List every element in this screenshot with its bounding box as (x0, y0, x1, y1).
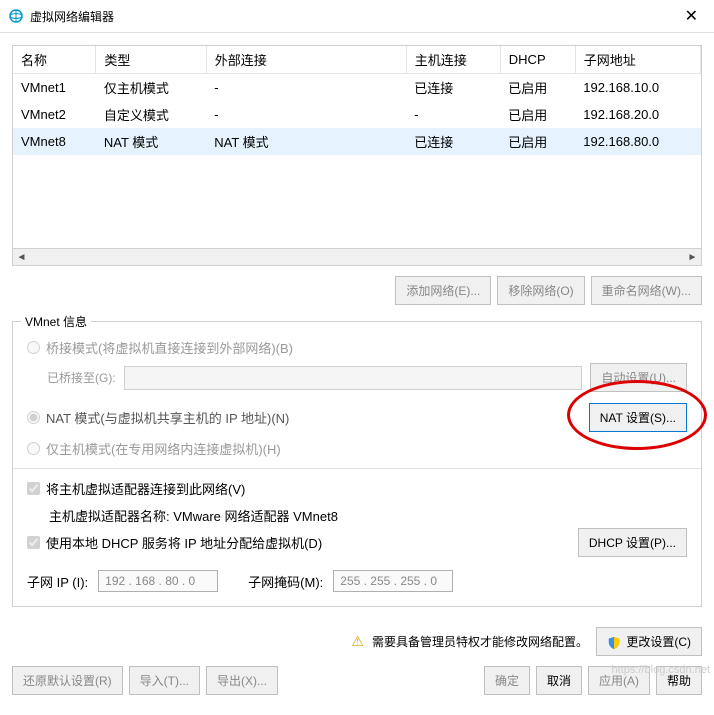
title-bar: 虚拟网络编辑器 ✕ (0, 0, 714, 33)
scroll-left-icon[interactable]: ◄ (13, 249, 30, 266)
col-dhcp[interactable]: DHCP (500, 46, 575, 74)
ok-button[interactable]: 确定 (484, 666, 530, 695)
rename-network-button[interactable]: 重命名网络(W)... (591, 276, 702, 305)
col-subnet[interactable]: 子网地址 (575, 46, 700, 74)
table-row[interactable]: VMnet1仅主机模式-已连接已启用192.168.10.0 (13, 74, 701, 102)
add-network-button[interactable]: 添加网络(E)... (395, 276, 491, 305)
hostonly-mode-radio[interactable]: 仅主机模式(在专用网络内连接虚拟机)(H) (27, 439, 687, 458)
close-button[interactable]: ✕ (677, 4, 706, 28)
app-icon (8, 8, 24, 24)
table-header-row: 名称 类型 外部连接 主机连接 DHCP 子网地址 (13, 46, 701, 74)
bridge-to-label: 已桥接至(G): (47, 369, 116, 386)
admin-warning-text: 需要具备管理员特权才能修改网络配置。 (372, 633, 588, 650)
col-ext[interactable]: 外部连接 (206, 46, 406, 74)
col-host[interactable]: 主机连接 (406, 46, 500, 74)
window-title: 虚拟网络编辑器 (30, 8, 114, 25)
watermark: https://blog.csdn.net (612, 664, 710, 676)
nat-mode-radio[interactable]: NAT 模式(与虚拟机共享主机的 IP 地址)(N) (27, 408, 289, 427)
vmnet-info-fieldset: VMnet 信息 桥接模式(将虚拟机直接连接到外部网络)(B) 已桥接至(G):… (12, 321, 702, 607)
warning-icon: ⚠ (351, 633, 364, 650)
nat-settings-button[interactable]: NAT 设置(S)... (589, 403, 687, 432)
auto-settings-button[interactable]: 自动设置(U)... (590, 363, 687, 392)
nat-radio-input[interactable] (27, 411, 40, 424)
scroll-right-icon[interactable]: ► (684, 249, 701, 266)
use-dhcp-checkbox[interactable]: 使用本地 DHCP 服务将 IP 地址分配给虚拟机(D) (27, 533, 322, 552)
export-button[interactable]: 导出(X)... (206, 666, 278, 695)
restore-defaults-button[interactable]: 还原默认设置(R) (12, 666, 123, 695)
subnet-mask-label: 子网掩码(M): (248, 572, 323, 591)
hostonly-radio-input[interactable] (27, 442, 40, 455)
table-row[interactable]: VMnet2自定义模式--已启用192.168.20.0 (13, 101, 701, 128)
col-name[interactable]: 名称 (13, 46, 96, 74)
network-table: 名称 类型 外部连接 主机连接 DHCP 子网地址 VMnet1仅主机模式-已连… (12, 45, 702, 266)
bridge-mode-radio[interactable]: 桥接模式(将虚拟机直接连接到外部网络)(B) (27, 338, 687, 357)
connect-adapter-checkbox[interactable]: 将主机虚拟适配器连接到此网络(V) (27, 479, 687, 498)
remove-network-button[interactable]: 移除网络(O) (497, 276, 584, 305)
subnet-ip-label: 子网 IP (I): (27, 572, 88, 591)
vmnet-info-legend: VMnet 信息 (21, 313, 91, 330)
col-type[interactable]: 类型 (96, 46, 206, 74)
bridge-radio-input[interactable] (27, 341, 40, 354)
subnet-ip-input[interactable] (98, 570, 218, 592)
import-button[interactable]: 导入(T)... (129, 666, 200, 695)
use-dhcp-input[interactable] (27, 536, 40, 549)
subnet-mask-input[interactable] (333, 570, 453, 592)
bridge-to-select[interactable] (124, 366, 583, 390)
horizontal-scrollbar[interactable]: ◄ ► (13, 248, 701, 265)
dhcp-settings-button[interactable]: DHCP 设置(P)... (578, 528, 687, 557)
change-settings-button[interactable]: 更改设置(C) (596, 627, 702, 656)
adapter-name-label: 主机虚拟适配器名称: VMware 网络适配器 VMnet8 (49, 506, 687, 525)
connect-adapter-input[interactable] (27, 482, 40, 495)
table-row[interactable]: VMnet8NAT 模式NAT 模式已连接已启用192.168.80.0 (13, 128, 701, 155)
cancel-button[interactable]: 取消 (536, 666, 582, 695)
